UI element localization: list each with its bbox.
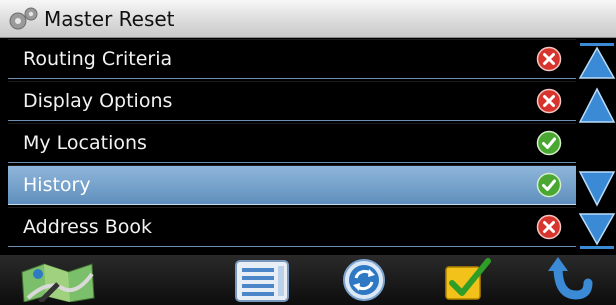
confirm-check-icon[interactable] (442, 257, 494, 303)
keep-check-icon[interactable] (536, 130, 562, 156)
list-item-label: History (23, 174, 91, 196)
reset-x-icon[interactable] (536, 46, 562, 72)
list-item-my-locations[interactable]: My Locations (8, 123, 576, 163)
list-item-label: My Locations (23, 132, 147, 154)
reset-x-icon[interactable] (536, 88, 562, 114)
reset-options-list: Routing Criteria Display Options My Loca… (8, 39, 576, 249)
list-item-address-book[interactable]: Address Book (8, 207, 576, 247)
page-up-icon[interactable] (578, 85, 616, 129)
list-item-history[interactable]: History (8, 165, 576, 205)
master-reset-screen: Master Reset Routing Criteria Display Op… (0, 0, 616, 305)
gears-icon (6, 5, 40, 33)
list-item-label: Routing Criteria (23, 48, 173, 70)
list-item-routing-criteria[interactable]: Routing Criteria (8, 39, 576, 79)
keep-check-icon[interactable] (536, 172, 562, 198)
scroll-top-icon[interactable] (578, 41, 616, 85)
reset-x-icon[interactable] (536, 214, 562, 240)
page-down-icon[interactable] (578, 169, 616, 213)
back-arrow-icon[interactable] (546, 257, 596, 303)
map-icon[interactable] (18, 257, 98, 303)
refresh-icon[interactable] (336, 257, 392, 303)
title-bar: Master Reset (0, 0, 616, 38)
page-title: Master Reset (44, 6, 175, 31)
list-item-label: Display Options (23, 90, 173, 112)
scroll-bottom-icon[interactable] (578, 211, 616, 255)
list-item-label: Address Book (23, 216, 152, 238)
list-item-display-options[interactable]: Display Options (8, 81, 576, 121)
bottom-toolbar (0, 255, 616, 305)
menu-list-icon[interactable] (232, 257, 292, 303)
scroll-controls (578, 39, 616, 252)
